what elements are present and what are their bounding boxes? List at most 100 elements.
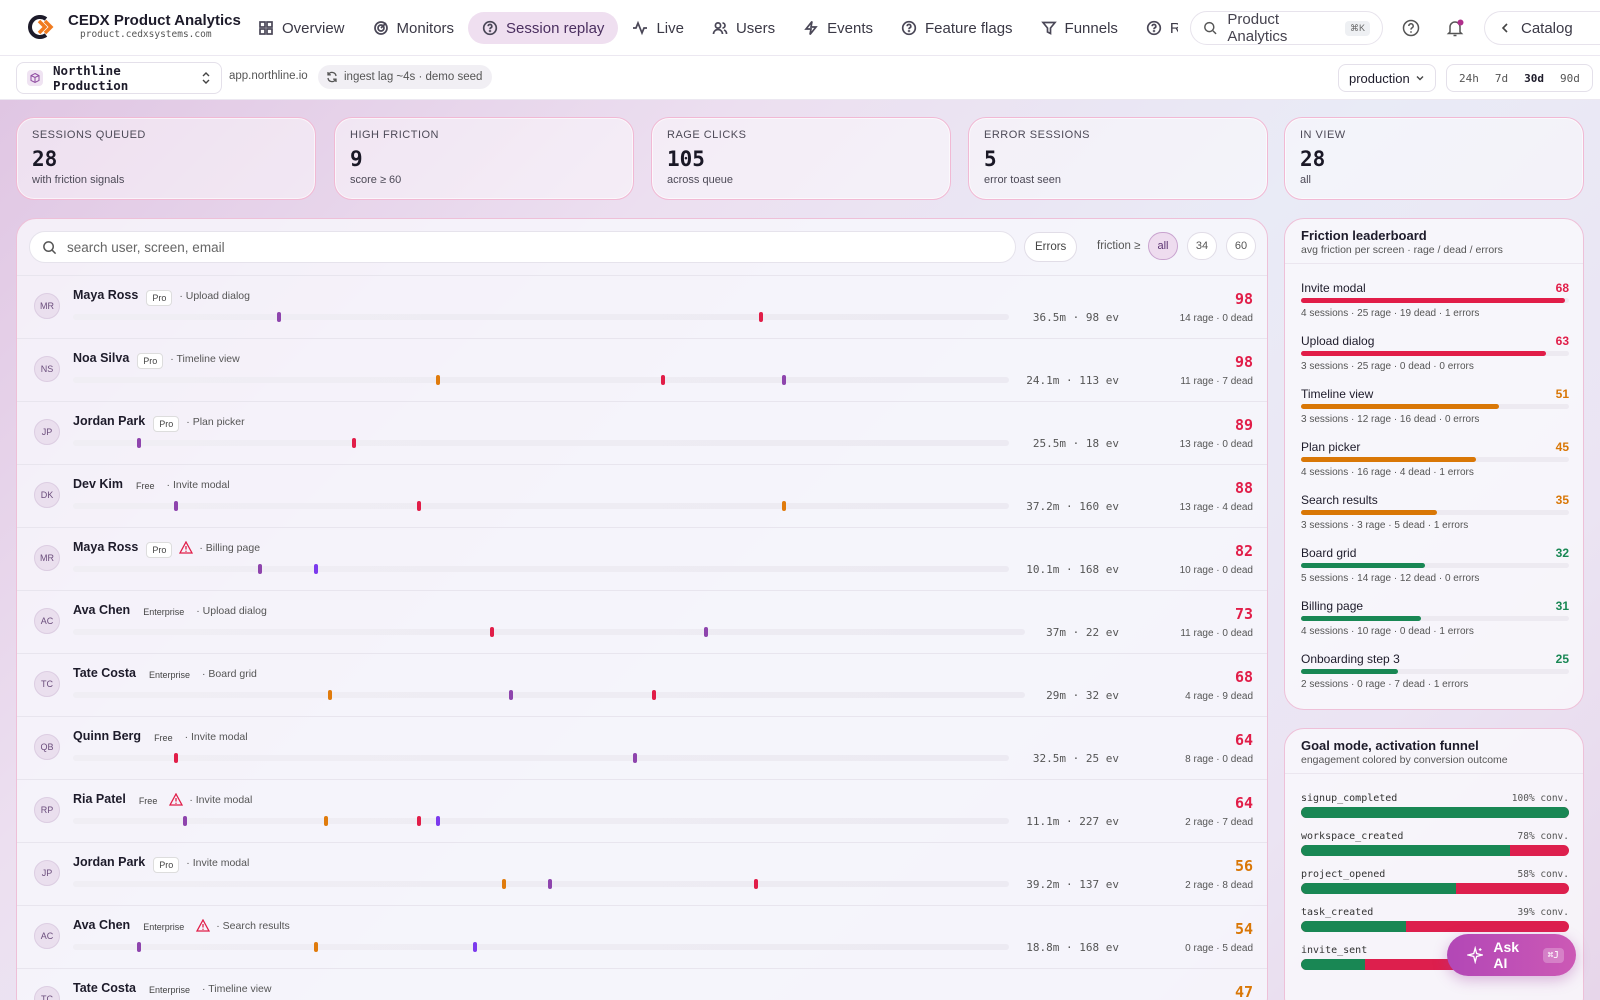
friction-chip-60[interactable]: 60 bbox=[1226, 232, 1256, 260]
user-name[interactable]: Quinn Berg bbox=[73, 729, 141, 743]
user-name[interactable]: Maya Ross bbox=[73, 288, 138, 302]
session-timeline[interactable] bbox=[73, 942, 1009, 952]
nav-item-session-replay[interactable]: Session replay bbox=[468, 12, 619, 44]
session-row[interactable]: TC Tate Costa Enterprise · Board grid 29m · … bbox=[17, 653, 1267, 716]
session-timeline[interactable] bbox=[73, 690, 1025, 700]
timeline-marker-dead[interactable] bbox=[173, 501, 178, 511]
ask-ai-button[interactable]: Ask AI ⌘J bbox=[1447, 934, 1576, 976]
timeline-marker-rage[interactable] bbox=[417, 816, 422, 826]
user-name[interactable]: Dev Kim bbox=[73, 477, 123, 491]
nav-item-monitors[interactable]: Monitors bbox=[359, 12, 469, 44]
session-row[interactable]: JP Jordan Park Pro · Invite modal 39.2m · 13… bbox=[17, 842, 1267, 905]
nav-item-overview[interactable]: Overview bbox=[244, 12, 359, 44]
user-name[interactable]: Noa Silva bbox=[73, 351, 129, 365]
leaderboard-item[interactable]: Onboarding step 3 25 2 sessions · 0 rage ·… bbox=[1301, 652, 1569, 705]
leaderboard-item[interactable]: Timeline view 51 3 sessions · 12 rage · 16… bbox=[1301, 387, 1569, 440]
environment-select[interactable]: production bbox=[1338, 64, 1436, 92]
session-timeline[interactable] bbox=[73, 375, 1009, 385]
session-timeline[interactable] bbox=[73, 501, 1009, 511]
catalog-button[interactable]: Catalog bbox=[1484, 11, 1600, 45]
project-selector[interactable]: Northline Production bbox=[16, 62, 222, 94]
timeline-marker-nav[interactable] bbox=[473, 942, 478, 952]
range-90d[interactable]: 90d bbox=[1552, 72, 1588, 85]
session-timeline[interactable] bbox=[73, 627, 1025, 637]
timeline-marker-rage[interactable] bbox=[660, 375, 665, 385]
timeline-marker-rage[interactable] bbox=[417, 501, 422, 511]
leaderboard-item[interactable]: Upload dialog 63 3 sessions · 25 rage · 0 … bbox=[1301, 334, 1569, 387]
global-search-button[interactable]: Product Analytics ⌘K bbox=[1190, 11, 1383, 45]
timeline-marker-dead[interactable] bbox=[136, 942, 141, 952]
nav-item-retention[interactable]: Retention bbox=[1132, 12, 1178, 44]
session-row[interactable]: MR Maya Ross Pro · Upload dialog 36.5m · 98 … bbox=[17, 275, 1267, 338]
help-button[interactable] bbox=[1399, 16, 1423, 40]
session-row[interactable]: JP Jordan Park Pro · Plan picker 25.5m · 18 … bbox=[17, 401, 1267, 464]
nav-item-feature-flags[interactable]: Feature flags bbox=[887, 12, 1027, 44]
user-name[interactable]: Ava Chen bbox=[73, 918, 130, 932]
friction-chip-34[interactable]: 34 bbox=[1187, 232, 1217, 260]
nav-item-events[interactable]: Events bbox=[789, 12, 887, 44]
leaderboard-item[interactable]: Billing page 31 4 sessions · 10 rage · 0 d… bbox=[1301, 599, 1569, 652]
timeline-marker-error[interactable] bbox=[314, 942, 319, 952]
leaderboard-item[interactable]: Plan picker 45 4 sessions · 16 rage · 4 de… bbox=[1301, 440, 1569, 493]
nav-item-users[interactable]: Users bbox=[698, 12, 789, 44]
session-timeline[interactable] bbox=[73, 816, 1009, 826]
timeline-marker-dead[interactable] bbox=[183, 816, 188, 826]
timeline-marker-rage[interactable] bbox=[754, 879, 759, 889]
session-row[interactable]: DK Dev Kim Free · Invite modal 37.2m · 160 e… bbox=[17, 464, 1267, 527]
timeline-marker-rage[interactable] bbox=[351, 438, 356, 448]
errors-filter-chip[interactable]: Errors bbox=[1024, 232, 1078, 262]
timeline-marker-dead[interactable] bbox=[508, 690, 513, 700]
session-timeline[interactable] bbox=[73, 438, 1009, 448]
timeline-marker-error[interactable] bbox=[323, 816, 328, 826]
timeline-marker-dead[interactable] bbox=[136, 438, 141, 448]
session-search[interactable] bbox=[29, 231, 1016, 263]
funnel-step[interactable]: workspace_created 78% conv. bbox=[1301, 831, 1569, 867]
session-row[interactable]: AC Ava Chen Enterprise · Upload dialog 37m ·… bbox=[17, 590, 1267, 653]
timeline-marker-error[interactable] bbox=[436, 375, 441, 385]
user-name[interactable]: Ava Chen bbox=[73, 603, 130, 617]
session-row[interactable]: RP Ria Patel Free · Invite modal 11.1m · 227… bbox=[17, 779, 1267, 842]
session-search-input[interactable] bbox=[67, 239, 967, 255]
nav-item-funnels[interactable]: Funnels bbox=[1027, 12, 1132, 44]
session-timeline[interactable] bbox=[73, 879, 1009, 889]
timeline-marker-dead[interactable] bbox=[258, 564, 263, 574]
timeline-marker-dead[interactable] bbox=[632, 753, 637, 763]
timeline-marker-rage[interactable] bbox=[489, 627, 494, 637]
notifications-button[interactable] bbox=[1443, 16, 1467, 40]
timeline-marker-rage[interactable] bbox=[758, 312, 763, 322]
timeline-marker-rage[interactable] bbox=[173, 753, 178, 763]
timeline-marker-error[interactable] bbox=[782, 501, 787, 511]
session-row[interactable]: AC Ava Chen Enterprise · Search results 18.8… bbox=[17, 905, 1267, 968]
nav-item-live[interactable]: Live bbox=[618, 12, 698, 44]
friction-chip-all[interactable]: all bbox=[1148, 232, 1178, 260]
brand[interactable]: CEDX Product Analytics product.cedxsyste… bbox=[26, 12, 241, 41]
user-name[interactable]: Tate Costa bbox=[73, 981, 136, 995]
session-row[interactable]: NS Noa Silva Pro · Timeline view 24.1m · 113… bbox=[17, 338, 1267, 401]
timeline-marker-nav[interactable] bbox=[436, 816, 441, 826]
leaderboard-item[interactable]: Board grid 32 5 sessions · 14 rage · 12 de… bbox=[1301, 546, 1569, 599]
session-timeline[interactable] bbox=[73, 753, 1009, 763]
user-name[interactable]: Tate Costa bbox=[73, 666, 136, 680]
session-row[interactable]: TC Tate Costa Enterprise · Timeline view 47 bbox=[17, 968, 1267, 1000]
timeline-marker-error[interactable] bbox=[328, 690, 333, 700]
session-row[interactable]: MR Maya Ross Pro · Billing page 10.1m · 168 … bbox=[17, 527, 1267, 590]
range-24h[interactable]: 24h bbox=[1451, 72, 1487, 85]
leaderboard-item[interactable]: Invite modal 68 4 sessions · 25 rage · 19 … bbox=[1301, 281, 1569, 334]
session-timeline[interactable] bbox=[73, 564, 1009, 574]
leaderboard-item[interactable]: Search results 35 3 sessions · 3 rage · 5 … bbox=[1301, 493, 1569, 546]
user-name[interactable]: Maya Ross bbox=[73, 540, 138, 554]
session-row[interactable]: QB Quinn Berg Free · Invite modal 32.5m · 25… bbox=[17, 716, 1267, 779]
timeline-marker-nav[interactable] bbox=[314, 564, 319, 574]
timeline-marker-dead[interactable] bbox=[276, 312, 281, 322]
timeline-marker-error[interactable] bbox=[501, 879, 506, 889]
user-name[interactable]: Jordan Park bbox=[73, 855, 145, 869]
session-timeline[interactable] bbox=[73, 312, 1009, 322]
user-name[interactable]: Ria Patel bbox=[73, 792, 126, 806]
timeline-marker-dead[interactable] bbox=[548, 879, 553, 889]
user-name[interactable]: Jordan Park bbox=[73, 414, 145, 428]
range-30d[interactable]: 30d bbox=[1516, 72, 1552, 85]
funnel-step[interactable]: project_opened 58% conv. bbox=[1301, 869, 1569, 905]
funnel-step[interactable]: signup_completed 100% conv. bbox=[1301, 793, 1569, 829]
timeline-marker-rage[interactable] bbox=[651, 690, 656, 700]
timeline-marker-dead[interactable] bbox=[782, 375, 787, 385]
